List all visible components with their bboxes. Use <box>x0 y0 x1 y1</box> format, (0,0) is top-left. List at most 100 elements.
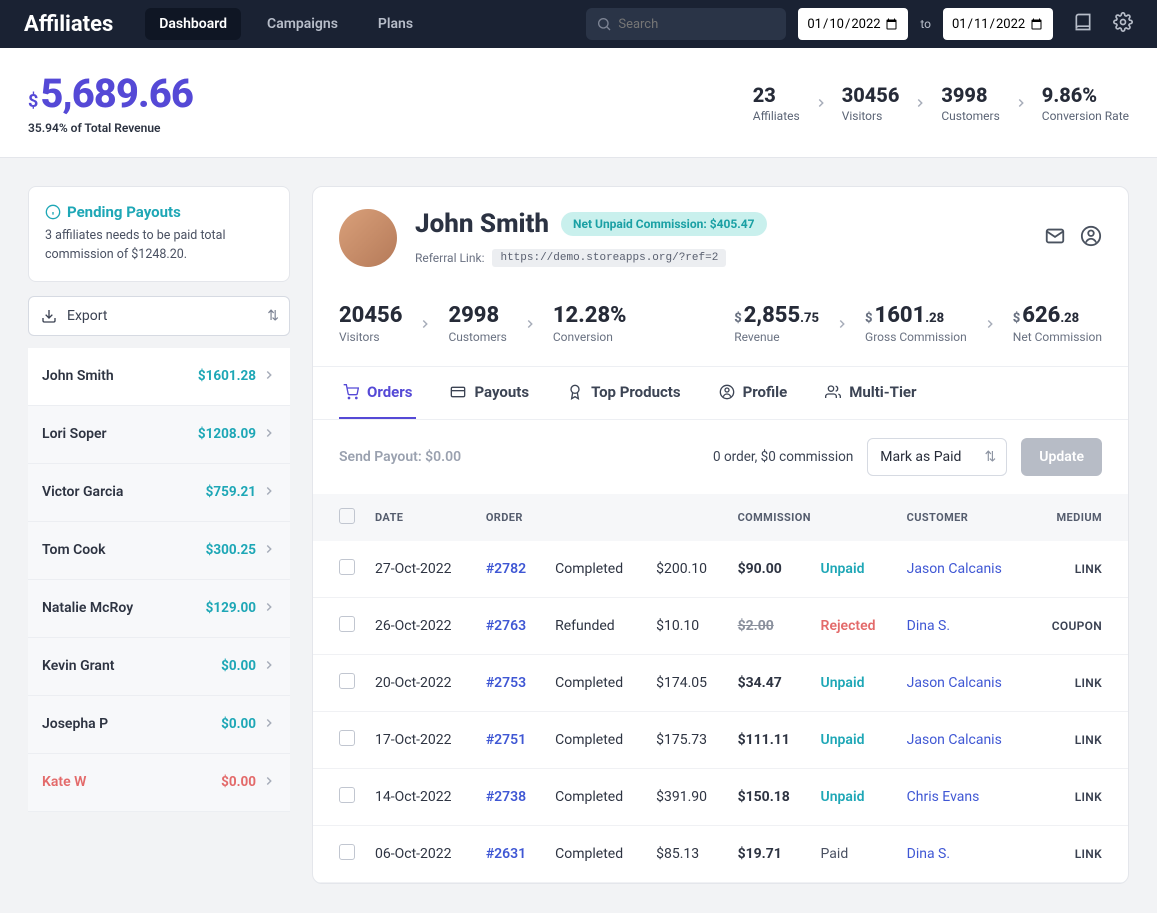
cell-total: $10.10 <box>646 598 727 655</box>
profile-stat: 12.28%Conversion <box>553 303 627 344</box>
cell-order[interactable]: #2738 <box>476 769 545 826</box>
cell-date: 17-Oct-2022 <box>365 712 476 769</box>
table-row: 20-Oct-2022 #2753 Completed $174.05 $34.… <box>313 655 1128 712</box>
cell-status: Completed <box>545 541 646 598</box>
search-input[interactable] <box>618 17 776 32</box>
cell-order[interactable]: #2753 <box>476 655 545 712</box>
row-checkbox[interactable] <box>339 559 355 575</box>
cell-total: $174.05 <box>646 655 727 712</box>
main-panel: John Smith Net Unpaid Commission: $405.4… <box>312 186 1129 884</box>
total-amount: 5,689.66 <box>40 70 193 117</box>
row-checkbox[interactable] <box>339 673 355 689</box>
header-commission: COMMISSION <box>728 494 897 541</box>
revenue-subtitle: 35.94% of Total Revenue <box>28 121 193 135</box>
affiliate-row[interactable]: John Smith$1601.28 <box>28 348 290 406</box>
cell-date: 14-Oct-2022 <box>365 769 476 826</box>
row-checkbox[interactable] <box>339 616 355 632</box>
cell-payment-status: Unpaid <box>811 655 897 712</box>
cell-status: Completed <box>545 655 646 712</box>
cell-order[interactable]: #2751 <box>476 712 545 769</box>
row-checkbox[interactable] <box>339 844 355 860</box>
nav-plans[interactable]: Plans <box>364 8 427 40</box>
topbar: Affiliates Dashboard Campaigns Plans to <box>0 0 1157 48</box>
affiliate-row[interactable]: Natalie McRoy$129.00 <box>28 580 290 638</box>
profile-header: John Smith Net Unpaid Commission: $405.4… <box>313 187 1128 289</box>
unpaid-commission-badge: Net Unpaid Commission: $405.47 <box>561 212 766 236</box>
affiliate-row[interactable]: Josepha P$0.00 <box>28 696 290 754</box>
update-button[interactable]: Update <box>1021 438 1102 476</box>
export-label: Export <box>67 308 107 324</box>
tab-top-products[interactable]: Top Products <box>563 367 685 419</box>
cell-order[interactable]: #2631 <box>476 826 545 883</box>
mark-as-select[interactable]: Mark as Paid ⇅ <box>867 438 1007 476</box>
profile-stat: 20456Visitors <box>339 303 402 344</box>
docs-icon[interactable] <box>1073 12 1093 36</box>
date-to[interactable] <box>943 8 1053 40</box>
affiliate-row[interactable]: Kate W$0.00 <box>28 754 290 812</box>
cell-customer[interactable]: Chris Evans <box>897 769 1029 826</box>
table-row: 26-Oct-2022 #2763 Refunded $10.10 $2.00 … <box>313 598 1128 655</box>
cell-date: 06-Oct-2022 <box>365 826 476 883</box>
cell-date: 20-Oct-2022 <box>365 655 476 712</box>
cell-medium: LINK <box>1029 826 1128 883</box>
nav-dashboard[interactable]: Dashboard <box>145 8 241 40</box>
cell-customer[interactable]: Dina S. <box>897 826 1029 883</box>
tab-orders[interactable]: Orders <box>339 367 416 419</box>
header-customer: CUSTOMER <box>897 494 1029 541</box>
profile-stats: 20456Visitors 2998Customers 12.28%Conversi… <box>313 289 1128 367</box>
tabs: Orders Payouts Top Products Profile Multi-Ti… <box>313 367 1128 420</box>
avatar <box>339 209 397 267</box>
pending-title-text: Pending Payouts <box>67 203 181 221</box>
kpi-stat: 3998Customers <box>941 83 999 123</box>
header-medium: MEDIUM <box>1029 494 1128 541</box>
user-icon[interactable] <box>1080 225 1102 251</box>
cell-total: $391.90 <box>646 769 727 826</box>
referral-url[interactable]: https://demo.storeapps.org/?ref=2 <box>492 249 726 267</box>
kpi-bar: $ 5,689.66 35.94% of Total Revenue 23Aff… <box>0 48 1157 158</box>
cell-order[interactable]: #2763 <box>476 598 545 655</box>
table-row: 27-Oct-2022 #2782 Completed $200.10 $90.… <box>313 541 1128 598</box>
profile-stat: 2998Customers <box>448 303 506 344</box>
settings-icon[interactable] <box>1113 12 1133 36</box>
pending-payouts-subtitle: 3 affiliates needs to be paid total comm… <box>45 227 273 265</box>
table-row: 06-Oct-2022 #2631 Completed $85.13 $19.7… <box>313 826 1128 883</box>
send-payout-label[interactable]: Send Payout: $0.00 <box>339 449 461 465</box>
kpi-stat: 9.86%Conversion Rate <box>1042 83 1129 123</box>
tab-profile[interactable]: Profile <box>715 367 792 419</box>
sidebar: Pending Payouts 3 affiliates needs to be… <box>28 186 290 884</box>
cell-customer[interactable]: Jason Calcanis <box>897 541 1029 598</box>
cell-order[interactable]: #2782 <box>476 541 545 598</box>
date-from[interactable] <box>798 8 908 40</box>
cell-total: $175.73 <box>646 712 727 769</box>
money-stat: $1601.28Gross Commission <box>865 303 967 344</box>
affiliate-row[interactable]: Lori Soper$1208.09 <box>28 406 290 464</box>
row-checkbox[interactable] <box>339 730 355 746</box>
referral-label: Referral Link: <box>415 251 484 265</box>
chevron-updown-icon: ⇅ <box>267 308 279 324</box>
download-icon <box>41 308 57 324</box>
cell-customer[interactable]: Dina S. <box>897 598 1029 655</box>
tab-multi-tier[interactable]: Multi-Tier <box>821 367 920 419</box>
orders-table: DATEORDERCOMMISSIONCUSTOMERMEDIUM 27-Oct… <box>313 494 1128 883</box>
mark-as-label: Mark as Paid <box>880 449 961 465</box>
affiliate-row[interactable]: Kevin Grant$0.00 <box>28 638 290 696</box>
affiliate-row[interactable]: Victor Garcia$759.21 <box>28 464 290 522</box>
nav-campaigns[interactable]: Campaigns <box>253 8 352 40</box>
search-icon <box>596 16 612 32</box>
cell-payment-status: Unpaid <box>811 769 897 826</box>
cell-payment-status: Unpaid <box>811 541 897 598</box>
cell-status: Refunded <box>545 598 646 655</box>
cell-customer[interactable]: Jason Calcanis <box>897 655 1029 712</box>
search-wrapper[interactable] <box>586 8 786 40</box>
cell-commission: $150.18 <box>728 769 811 826</box>
select-all-checkbox[interactable] <box>339 508 355 524</box>
affiliate-row[interactable]: Tom Cook$300.25 <box>28 522 290 580</box>
mail-icon[interactable] <box>1044 225 1066 251</box>
header-date: DATE <box>365 494 476 541</box>
row-checkbox[interactable] <box>339 787 355 803</box>
total-revenue: $ 5,689.66 <box>28 70 193 117</box>
profile-name: John Smith <box>415 209 549 239</box>
cell-customer[interactable]: Jason Calcanis <box>897 712 1029 769</box>
export-button[interactable]: Export ⇅ <box>28 296 290 336</box>
tab-payouts[interactable]: Payouts <box>446 367 533 419</box>
